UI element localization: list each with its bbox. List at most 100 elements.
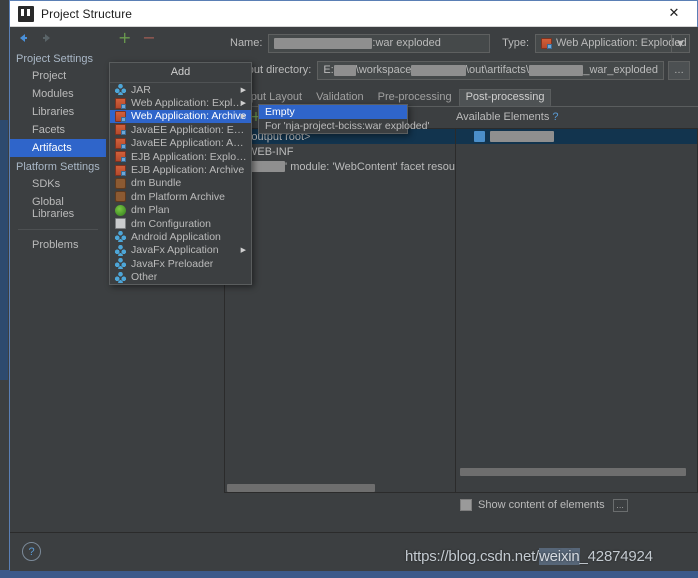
web-application-archive-submenu: Empty For 'nja-project-bciss:war explode… [258,104,430,134]
dialog-footer: ? [10,532,697,571]
available-elements-text: Available Elements [456,111,550,123]
sidebar-item-libraries[interactable]: Libraries [10,103,106,121]
javaee-application-archive-icon [115,137,126,149]
output-tree-hscrollbar[interactable] [227,484,455,492]
menu-item-dm-plan[interactable]: dm Plan [110,204,251,217]
project-structure-dialog: Project Structure ✕ Project Settings Pro… [9,0,698,571]
menu-item-ejb-application-archive[interactable]: EJB Application: Archive [110,163,251,176]
available-tree-hscrollbar-thumb[interactable] [460,468,686,476]
menu-item-label: JavaFx Preloader [131,257,214,270]
redacted-dir-1 [333,64,356,76]
sidebar-item-problems[interactable]: Problems [10,236,106,254]
menu-item-android-application[interactable]: Android Application [110,230,251,243]
sidebar-divider [18,229,98,230]
output-tree-hscrollbar-thumb[interactable] [227,484,375,492]
type-label: Type: [502,37,529,49]
android-application-icon [115,231,126,243]
menu-item-dm-platform-archive[interactable]: dm Platform Archive [110,190,251,203]
name-label: Name: [230,37,263,49]
sidebar-item-sdks[interactable]: SDKs [10,175,106,193]
sidebar-group-project-settings: Project Settings [16,53,94,65]
output-dir-part-2: \workspace [355,64,412,76]
sidebar-item-project[interactable]: Project [10,67,106,85]
intellij-idea-icon [18,5,34,22]
menu-item-label: EJB Application: Exploded [131,150,247,163]
sidebar-item-modules[interactable]: Modules [10,85,106,103]
menu-item-javaee-application-archive[interactable]: JavaEE Application: Archive [110,137,251,150]
web-application-exploded-icon [541,37,552,49]
back-arrow-icon[interactable] [16,31,30,45]
sidebar-item-artifacts[interactable]: Artifacts [10,139,106,157]
menu-item-label: Other [131,271,158,284]
ide-backdrop-strip-top [0,28,8,68]
menu-item-label: Web Application: Exploded [131,97,247,110]
javafx-application-icon [115,244,126,256]
chevron-down-icon[interactable]: ▼ [671,34,689,52]
screenshot-root: Project Structure ✕ Project Settings Pro… [0,0,698,578]
remove-artifact-button[interactable]: − [142,30,155,46]
menu-item-web-application-exploded[interactable]: Web Application: Exploded ▶ [110,96,251,109]
tree-row[interactable] [456,129,697,144]
menu-item-label: dm Plan [131,204,170,217]
javafx-preloader-icon [115,258,126,270]
add-artifact-menu: Add JAR ▶ Web Application: Exploded ▶ We… [109,62,252,285]
name-row: Name: :war exploded Type: Web Applicatio… [224,32,690,54]
menu-item-javafx-preloader[interactable]: JavaFx Preloader [110,257,251,270]
menu-item-label: JavaEE Application: Archive [131,137,247,150]
available-elements-help-icon[interactable]: ? [552,111,558,123]
close-icon[interactable]: ✕ [651,1,697,26]
sidebar-item-facets[interactable]: Facets [10,121,106,139]
type-value: Web Application: Exploded [556,37,687,49]
other-icon [115,271,126,283]
settings-sidebar: Project Settings Project Modules Librari… [10,27,107,571]
show-content-label: Show content of elements [478,499,605,511]
browse-output-directory-button[interactable]: … [668,60,690,80]
available-elements-tree[interactable] [456,128,698,493]
output-dir-part-6: _war_exploded [583,64,658,76]
ide-backdrop-statusbar [0,570,698,578]
artifact-list-toolbar: + − [106,27,224,49]
name-input[interactable]: :war exploded [268,33,491,53]
dm-configuration-icon [115,218,126,230]
menu-item-web-application-archive[interactable]: Web Application: Archive ▶ [110,109,251,124]
tree-row[interactable]: ' module: 'WebContent' facet resou [225,159,455,174]
show-content-checkbox[interactable] [460,499,472,511]
sidebar-item-global-libraries[interactable]: Global Libraries [10,193,106,223]
menu-item-dm-configuration[interactable]: dm Configuration [110,217,251,230]
show-content-extra-button[interactable]: … [612,498,628,512]
chevron-right-icon: ▶ [240,99,246,108]
available-tree-hscrollbar[interactable] [460,468,686,476]
menu-item-ejb-application-exploded[interactable]: EJB Application: Exploded [110,150,251,163]
help-icon[interactable]: ? [22,542,41,561]
show-content-row: Show content of elements … [224,495,698,515]
menu-item-javafx-application[interactable]: JavaFx Application ▶ [110,244,251,257]
dm-bundle-icon [115,177,126,189]
tree-row[interactable]: WEB-INF [225,144,455,159]
tree-row-label: WEB-INF [247,145,294,158]
menu-item-label: JavaEE Application: Exploded [131,123,247,136]
chevron-right-icon: ▶ [240,112,246,121]
menu-item-label: Android Application [131,230,221,243]
redacted-name [274,37,373,49]
add-artifact-button[interactable]: + [118,30,131,46]
dialog-body: Project Settings Project Modules Librari… [10,27,698,571]
available-elements-label: Available Elements ? [456,111,559,123]
library-folder-icon [474,131,485,142]
menu-item-dm-bundle[interactable]: dm Bundle [110,177,251,190]
menu-item-javaee-application-exploded[interactable]: JavaEE Application: Exploded [110,123,251,136]
type-combobox[interactable]: Web Application: Exploded ▼ [535,33,690,53]
menu-item-other[interactable]: Other [110,270,251,283]
javaee-application-exploded-icon [115,124,126,136]
ejb-application-archive-icon [115,164,126,176]
chevron-right-icon: ▶ [240,85,246,94]
submenu-item-for-artifact[interactable]: For 'nja-project-bciss:war exploded' [259,119,430,133]
submenu-item-empty[interactable]: Empty [259,105,407,119]
tab-post-processing[interactable]: Post-processing [458,89,552,106]
output-layout-tree[interactable]: <output root> WEB-INF ' module: 'WebCont… [224,128,456,493]
output-directory-input[interactable]: E: \workspace \out\artifacts\ _war_exploded [317,60,664,80]
forward-arrow-icon[interactable] [40,31,54,45]
menu-item-jar[interactable]: JAR ▶ [110,83,251,96]
menu-item-label: dm Bundle [131,177,182,190]
sidebar-group-platform-settings: Platform Settings [16,161,100,173]
ejb-application-exploded-icon [115,151,126,163]
